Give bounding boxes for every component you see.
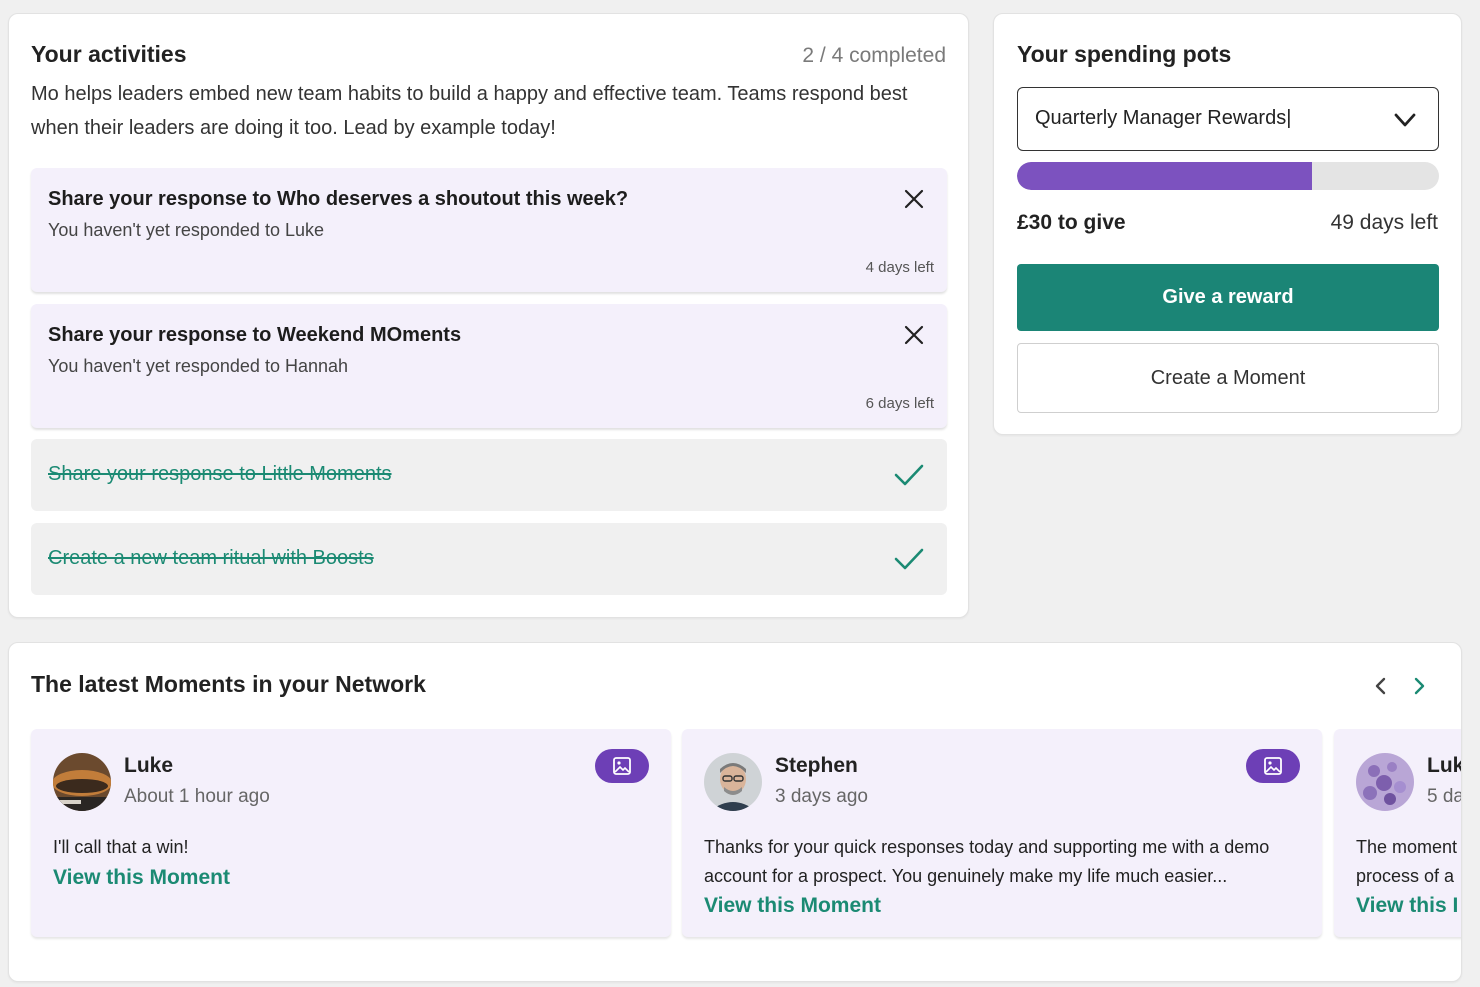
task-item-shoutout[interactable]: Share your response to Who deserves a sh… — [31, 168, 947, 292]
create-moment-button[interactable]: Create a Moment — [1017, 343, 1439, 413]
avatar — [1356, 753, 1414, 811]
moment-card-luke[interactable]: Luke About 1 hour ago I'll call that a w… — [31, 729, 671, 937]
pot-progress-bar — [1017, 162, 1439, 190]
moment-author: Luke — [124, 754, 174, 777]
view-moment-link[interactable]: View this Moment — [704, 894, 881, 918]
activities-progress: 2 / 4 completed — [802, 44, 946, 67]
spending-pots-title: Your spending pots — [1017, 41, 1232, 67]
task-title: Create a new team ritual with Boosts — [48, 547, 374, 569]
avatar — [704, 753, 762, 811]
view-moment-link[interactable]: View this Moment — [53, 866, 230, 890]
close-icon[interactable] — [903, 188, 925, 210]
moment-time: 3 days ago — [775, 786, 868, 807]
chevron-right-icon[interactable] — [1407, 673, 1431, 699]
check-icon — [893, 461, 925, 489]
spending-pots-card: Your spending pots Quarterly Manager Rew… — [993, 13, 1462, 435]
task-subtitle: You haven't yet responded to Hannah — [48, 356, 349, 376]
moment-text: Thanks for your quick responses today an… — [704, 837, 1270, 886]
activities-title: Your activities — [31, 41, 187, 67]
moment-author: Luk — [1427, 754, 1462, 777]
activities-card: Your activities 2 / 4 completed Mo helps… — [8, 13, 969, 618]
task-item-weekend-moments[interactable]: Share your response to Weekend MOments Y… — [31, 304, 947, 428]
network-moments-card: The latest Moments in your Network Luke … — [8, 642, 1462, 982]
pot-select-value: Quarterly Manager Rewards| — [1035, 107, 1292, 129]
task-item-little-moments[interactable]: Share your response to Little Moments — [31, 439, 947, 511]
task-days-left: 4 days left — [865, 259, 934, 276]
moment-text: I'll call that a win! — [53, 837, 189, 857]
moment-time: 5 da — [1427, 786, 1462, 807]
pot-amount-to-give: £30 to give — [1017, 211, 1126, 234]
give-reward-button[interactable]: Give a reward — [1017, 264, 1439, 331]
chevron-down-icon — [1394, 113, 1416, 127]
moment-card-luke-partial[interactable]: Luk 5 da The moment process of a View th… — [1334, 729, 1462, 937]
avatar — [53, 753, 111, 811]
image-icon — [595, 749, 649, 783]
moment-text: The moment process of a — [1356, 837, 1458, 886]
image-icon — [1246, 749, 1300, 783]
task-title: Share your response to Little Moments — [48, 463, 392, 485]
pot-select[interactable]: Quarterly Manager Rewards| — [1017, 87, 1439, 151]
chevron-left-icon[interactable] — [1369, 673, 1393, 699]
pot-days-left: 49 days left — [1330, 211, 1438, 234]
task-days-left: 6 days left — [865, 395, 934, 412]
network-title: The latest Moments in your Network — [31, 671, 426, 697]
activities-intro: Mo helps leaders embed new team habits t… — [31, 83, 908, 139]
moment-card-stephen[interactable]: Stephen 3 days ago Thanks for your quick… — [682, 729, 1322, 937]
close-icon[interactable] — [903, 324, 925, 346]
task-title: Share your response to Weekend MOments — [48, 324, 462, 346]
moment-author: Stephen — [775, 754, 858, 777]
task-subtitle: You haven't yet responded to Luke — [48, 220, 324, 240]
check-icon — [893, 545, 925, 573]
task-title: Share your response to Who deserves a sh… — [48, 188, 629, 210]
pot-progress-fill — [1017, 162, 1313, 190]
moment-time: About 1 hour ago — [124, 786, 270, 807]
task-item-team-ritual[interactable]: Create a new team ritual with Boosts — [31, 523, 947, 595]
view-moment-link[interactable]: View this I — [1356, 894, 1458, 918]
